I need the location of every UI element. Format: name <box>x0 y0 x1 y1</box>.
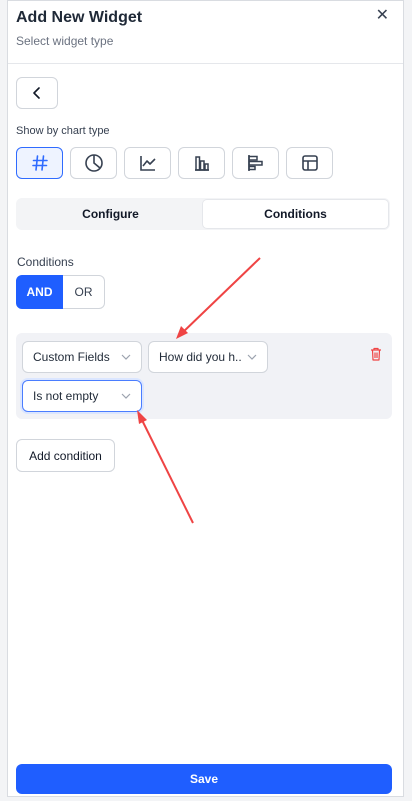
chevron-down-icon <box>247 354 257 360</box>
field-type-value: Custom Fields <box>33 350 110 364</box>
close-icon[interactable]: ✕ <box>376 5 389 25</box>
panel-header: Add New Widget Select widget type ✕ <box>16 7 395 61</box>
delete-condition-button[interactable] <box>370 347 382 366</box>
pie-chart-icon <box>84 154 103 172</box>
panel-title: Add New Widget <box>16 9 143 26</box>
hash-icon <box>31 155 48 171</box>
line-chart-icon <box>139 156 156 171</box>
condition-row: Custom Fields How did you h... Is not em… <box>16 333 392 419</box>
chart-type-pie[interactable] <box>70 147 117 179</box>
and-button[interactable]: AND <box>16 275 63 309</box>
table-icon <box>301 155 318 171</box>
chevron-left-icon <box>33 87 40 99</box>
chart-type-number[interactable] <box>16 147 63 179</box>
back-button[interactable] <box>16 77 58 109</box>
save-button[interactable]: Save <box>16 764 392 794</box>
chart-type-horizontal-bar[interactable] <box>232 147 279 179</box>
config-tabs: Configure Conditions <box>16 198 390 230</box>
operator-value: Is not empty <box>33 389 99 403</box>
chart-type-line[interactable] <box>124 147 171 179</box>
chevron-down-icon <box>121 393 131 399</box>
panel-subtitle: Select widget type <box>16 34 114 48</box>
header-divider <box>8 63 403 64</box>
chart-type-label: Show by chart type <box>16 125 110 137</box>
field-value: How did you h... <box>159 350 241 364</box>
field-type-select[interactable]: Custom Fields <box>22 341 142 373</box>
tab-conditions[interactable]: Conditions <box>203 200 388 228</box>
or-button[interactable]: OR <box>63 275 105 309</box>
add-condition-button[interactable]: Add condition <box>16 439 115 472</box>
field-select[interactable]: How did you h... <box>148 341 268 373</box>
chevron-down-icon <box>121 354 131 360</box>
tab-configure[interactable]: Configure <box>18 200 203 228</box>
conditions-label: Conditions <box>17 255 74 269</box>
bar-chart-icon <box>194 156 209 171</box>
operator-select[interactable]: Is not empty <box>22 380 142 412</box>
logic-toggle: AND OR <box>16 275 105 309</box>
chart-type-selector <box>16 147 333 179</box>
chart-type-table[interactable] <box>286 147 333 179</box>
trash-icon <box>371 347 381 361</box>
horizontal-bar-chart-icon <box>247 155 263 171</box>
chart-type-bar[interactable] <box>178 147 225 179</box>
add-widget-panel: Add New Widget Select widget type ✕ Show… <box>7 0 404 797</box>
